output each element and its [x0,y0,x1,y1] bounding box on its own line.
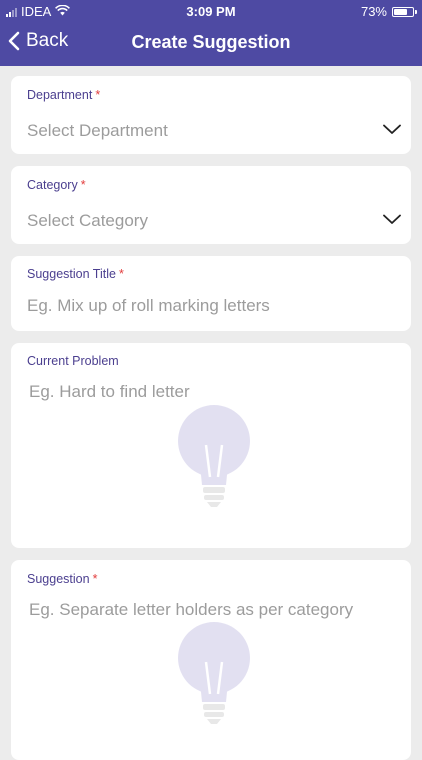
department-placeholder: Select Department [27,121,168,140]
department-select[interactable]: Department * Select Department [11,76,411,154]
category-label-text: Category [27,178,78,192]
chevron-down-icon[interactable] [383,124,401,135]
title-field[interactable]: Suggestion Title * Eg. Mix up of roll mar… [11,256,411,331]
title-input[interactable]: Eg. Mix up of roll marking letters [27,296,270,316]
nav-bar: Back Create Suggestion [0,28,422,58]
title-label-text: Suggestion Title [27,267,116,281]
battery-percent: 73% [360,4,387,19]
suggestion-field[interactable]: Suggestion * Eg. Separate letter holders … [11,560,411,760]
required-mark: * [92,572,98,586]
current-problem-field[interactable]: Current Problem Eg. Hard to find letter [11,343,411,548]
status-right: 73% [360,4,417,19]
page-title: Create Suggestion [131,32,291,52]
lightbulb-icon [178,622,250,724]
suggestion-input[interactable]: Eg. Separate letter holders as per categ… [29,600,353,620]
app-header: IDEA 3:09 PM 73% Back Create Suggestion [0,0,422,66]
title-label: Suggestion Title * [27,267,124,281]
status-time: 3:09 PM [186,4,236,19]
suggestion-label: Suggestion * [27,572,97,586]
suggestion-label-text: Suggestion [27,572,90,586]
current-problem-input[interactable]: Eg. Hard to find letter [29,382,190,402]
category-select[interactable]: Category * Select Category [11,166,411,244]
status-bar: IDEA 3:09 PM 73% [0,0,422,22]
required-mark: * [118,267,124,281]
required-mark: * [80,178,86,192]
current-problem-label: Current Problem [27,354,119,368]
chevron-down-icon[interactable] [383,214,401,225]
department-label: Department * [27,88,100,102]
category-placeholder: Select Category [27,211,148,230]
category-label: Category * [27,178,86,192]
battery-icon [392,6,417,17]
department-label-text: Department [27,88,93,102]
lightbulb-icon [178,405,250,507]
required-mark: * [95,88,101,102]
